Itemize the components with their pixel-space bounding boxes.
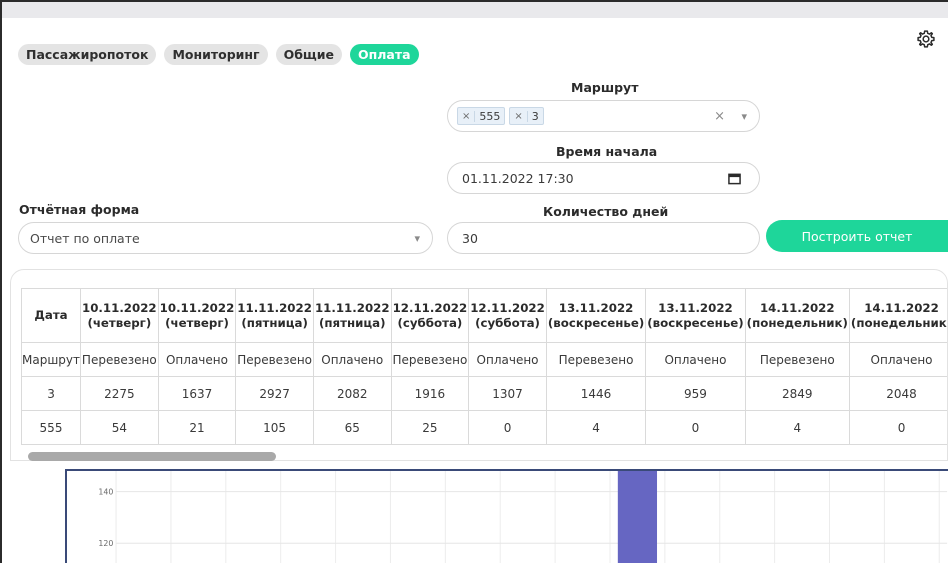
clear-icon[interactable]: × <box>714 109 725 124</box>
table-header-row: Дата 10.11.2022 (четверг) 10.11.2022 (четв… <box>20 288 947 343</box>
table-cell: 1446 <box>545 376 647 411</box>
start-time-input[interactable]: 01.11.2022 17:30 <box>447 162 760 194</box>
table-header-cell: 10.11.2022 (четверг) <box>80 288 159 343</box>
tab-monitoring[interactable]: Мониторинг <box>164 44 268 65</box>
table-cell: Оплачено <box>312 342 392 377</box>
route-select[interactable]: × 555 × 3 × ▾ <box>447 100 760 132</box>
report-form-label: Отчётная форма <box>19 202 140 217</box>
table-cell: Маршрут <box>20 342 82 377</box>
report-form-select[interactable]: Отчет по оплате ▾ <box>18 222 433 254</box>
table-header-cell: 11.11.2022 (пятница) <box>312 288 392 343</box>
table-cell: 2275 <box>80 376 159 411</box>
table-cell: Перевезено <box>744 342 850 377</box>
table-cell: Перевезено <box>545 342 647 377</box>
table-cell: 4 <box>545 410 647 445</box>
top-strip <box>2 2 948 18</box>
tab-passenger-flow[interactable]: Пассажиропоток <box>18 44 157 65</box>
days-value: 30 <box>462 230 478 246</box>
tab-general[interactable]: Общие <box>275 44 342 65</box>
table-cell: 2849 <box>744 376 850 411</box>
table-header-cell: 13.11.2022 (воскресенье) <box>545 288 647 343</box>
gear-icon[interactable] <box>916 29 936 49</box>
table-cell: 2048 <box>848 376 947 411</box>
days-label: Количество дней <box>543 204 669 219</box>
remove-chip-icon[interactable]: × <box>514 110 528 122</box>
table-cell: Перевезено <box>80 342 159 377</box>
table-header-cell: 12.11.2022 (суббота) <box>468 288 547 343</box>
chart-bar <box>617 471 658 563</box>
table-cell: Перевезено <box>235 342 314 377</box>
table-cell: 2082 <box>312 376 392 411</box>
report-table-container: Дата 10.11.2022 (четверг) 10.11.2022 (четв… <box>10 269 948 461</box>
report-form-value: Отчет по оплате <box>30 230 140 246</box>
table-header-cell: 11.11.2022 (пятница) <box>235 288 314 343</box>
y-tick-label: 140 <box>98 488 113 497</box>
table-cell: 4 <box>744 410 850 445</box>
start-time-value: 01.11.2022 17:30 <box>462 170 574 186</box>
table-cell: 0 <box>848 410 947 445</box>
route-chip-label: 555 <box>479 109 501 123</box>
table-cell: Оплачено <box>468 342 547 377</box>
start-time-label: Время начала <box>556 144 658 159</box>
calendar-icon[interactable] <box>728 172 741 185</box>
table-cell: 0 <box>645 410 746 445</box>
table-row: Маршрут Перевезено Оплачено Перевезено Оплач… <box>20 342 947 377</box>
route-label: Маршрут <box>571 80 639 95</box>
table-header-cell: Дата <box>20 288 82 343</box>
table-cell: 1916 <box>390 376 470 411</box>
table-cell: 65 <box>312 410 392 445</box>
route-chip[interactable]: × 555 <box>457 107 506 125</box>
table-cell: 1637 <box>157 376 237 411</box>
chevron-down-icon[interactable]: ▾ <box>741 110 747 123</box>
table-row: 3 2275 1637 2927 2082 1916 1307 1446 959 2849 2048 <box>20 376 947 411</box>
table-cell: Оплачено <box>645 342 746 377</box>
table-header-cell: 14.11.2022 (понедельник) <box>848 288 947 343</box>
table-cell: 555 <box>20 410 82 445</box>
table-header-cell: 12.11.2022 (суббота) <box>390 288 470 343</box>
table-cell: 3 <box>20 376 82 411</box>
days-input[interactable]: 30 <box>447 222 760 254</box>
table-header-cell: 10.11.2022 (четверг) <box>157 288 237 343</box>
report-table: Дата 10.11.2022 (четверг) 10.11.2022 (четв… <box>20 288 947 445</box>
table-header-cell: 13.11.2022 (воскресенье) <box>645 288 746 343</box>
table-cell: Перевезено <box>390 342 470 377</box>
table-cell: Оплачено <box>157 342 237 377</box>
horizontal-scrollbar[interactable] <box>28 452 276 461</box>
tab-bar: Пассажиропоток Мониторинг Общие Оплата <box>18 44 419 65</box>
table-cell: 21 <box>157 410 237 445</box>
table-row: 555 54 21 105 65 25 0 4 0 4 0 <box>20 410 947 445</box>
bar-chart: 140 120 <box>65 469 948 563</box>
table-header-cell: 14.11.2022 (понедельник) <box>744 288 850 343</box>
table-cell: 105 <box>235 410 314 445</box>
table-cell: Оплачено <box>848 342 947 377</box>
y-tick-label: 120 <box>98 539 113 548</box>
tab-payment[interactable]: Оплата <box>350 44 419 65</box>
route-chip-label: 3 <box>531 109 539 123</box>
table-cell: 0 <box>468 410 547 445</box>
route-chip[interactable]: × 3 <box>509 107 544 125</box>
build-report-button[interactable]: Построить отчет <box>766 220 948 252</box>
table-cell: 2927 <box>235 376 314 411</box>
table-cell: 959 <box>645 376 746 411</box>
chevron-down-icon[interactable]: ▾ <box>414 232 420 245</box>
table-cell: 54 <box>80 410 159 445</box>
table-cell: 25 <box>390 410 470 445</box>
table-cell: 1307 <box>468 376 547 411</box>
remove-chip-icon[interactable]: × <box>462 110 476 122</box>
